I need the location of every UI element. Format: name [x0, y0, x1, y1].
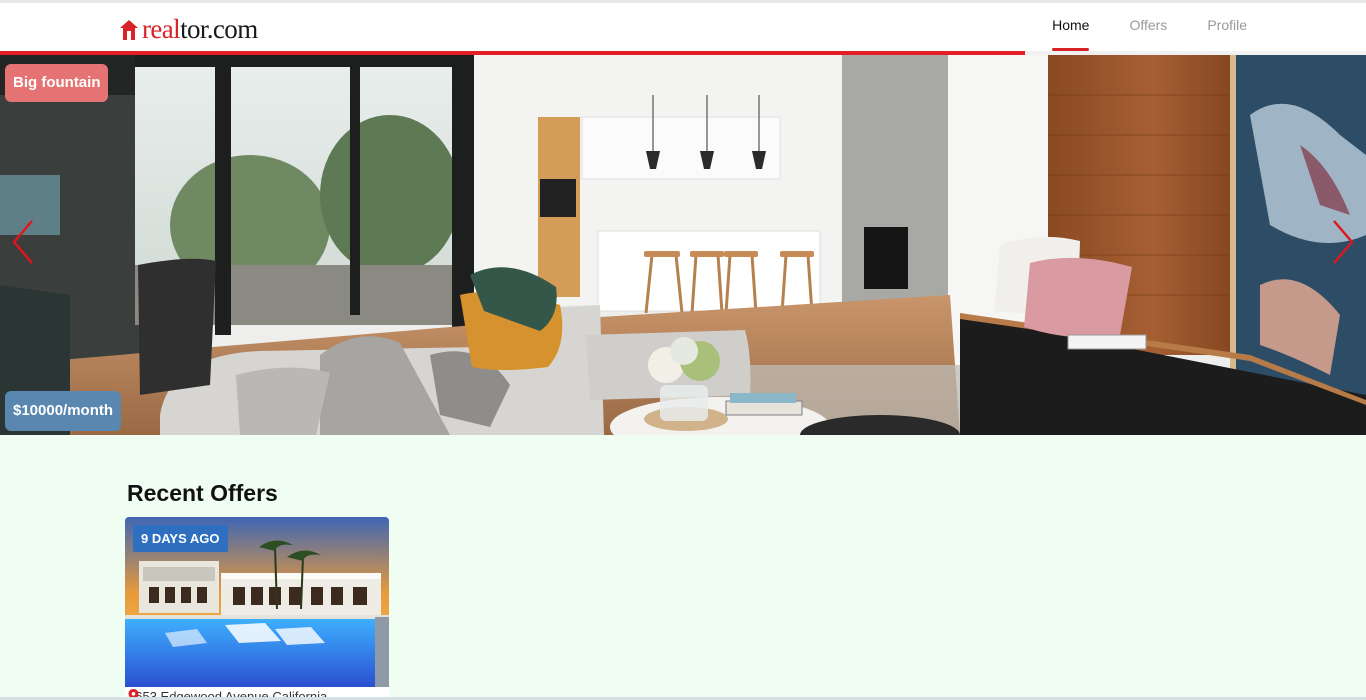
- date-badge: 9 DAYS AGO: [133, 525, 228, 552]
- hero-image: [0, 55, 1366, 435]
- nav-profile[interactable]: Profile: [1207, 3, 1247, 51]
- carousel-next-button[interactable]: [1328, 217, 1358, 267]
- section-title: Recent Offers: [127, 480, 278, 506]
- realtor-logo[interactable]: realtor.com: [119, 15, 258, 43]
- feature-badge: Big fountain: [5, 64, 109, 102]
- nav-offers[interactable]: Offers: [1129, 3, 1167, 51]
- price-badge: $10000/month: [5, 391, 122, 431]
- navbar: realtor.com Home Offers Profile: [0, 3, 1366, 51]
- logo-text: realtor.com: [142, 14, 258, 44]
- main-nav: Home Offers Profile: [1012, 3, 1247, 51]
- chevron-left-icon: [12, 220, 33, 264]
- nav-home[interactable]: Home: [1052, 3, 1090, 51]
- house-logo-icon: [120, 20, 138, 40]
- chevron-right-icon: [1333, 220, 1354, 264]
- hero-carousel[interactable]: Big fountain $10000/month: [0, 55, 1366, 435]
- offer-card[interactable]: 9 DAYS AGO 2653 Edgewood Avenue Californ…: [125, 517, 389, 700]
- carousel-prev-button[interactable]: [8, 217, 38, 267]
